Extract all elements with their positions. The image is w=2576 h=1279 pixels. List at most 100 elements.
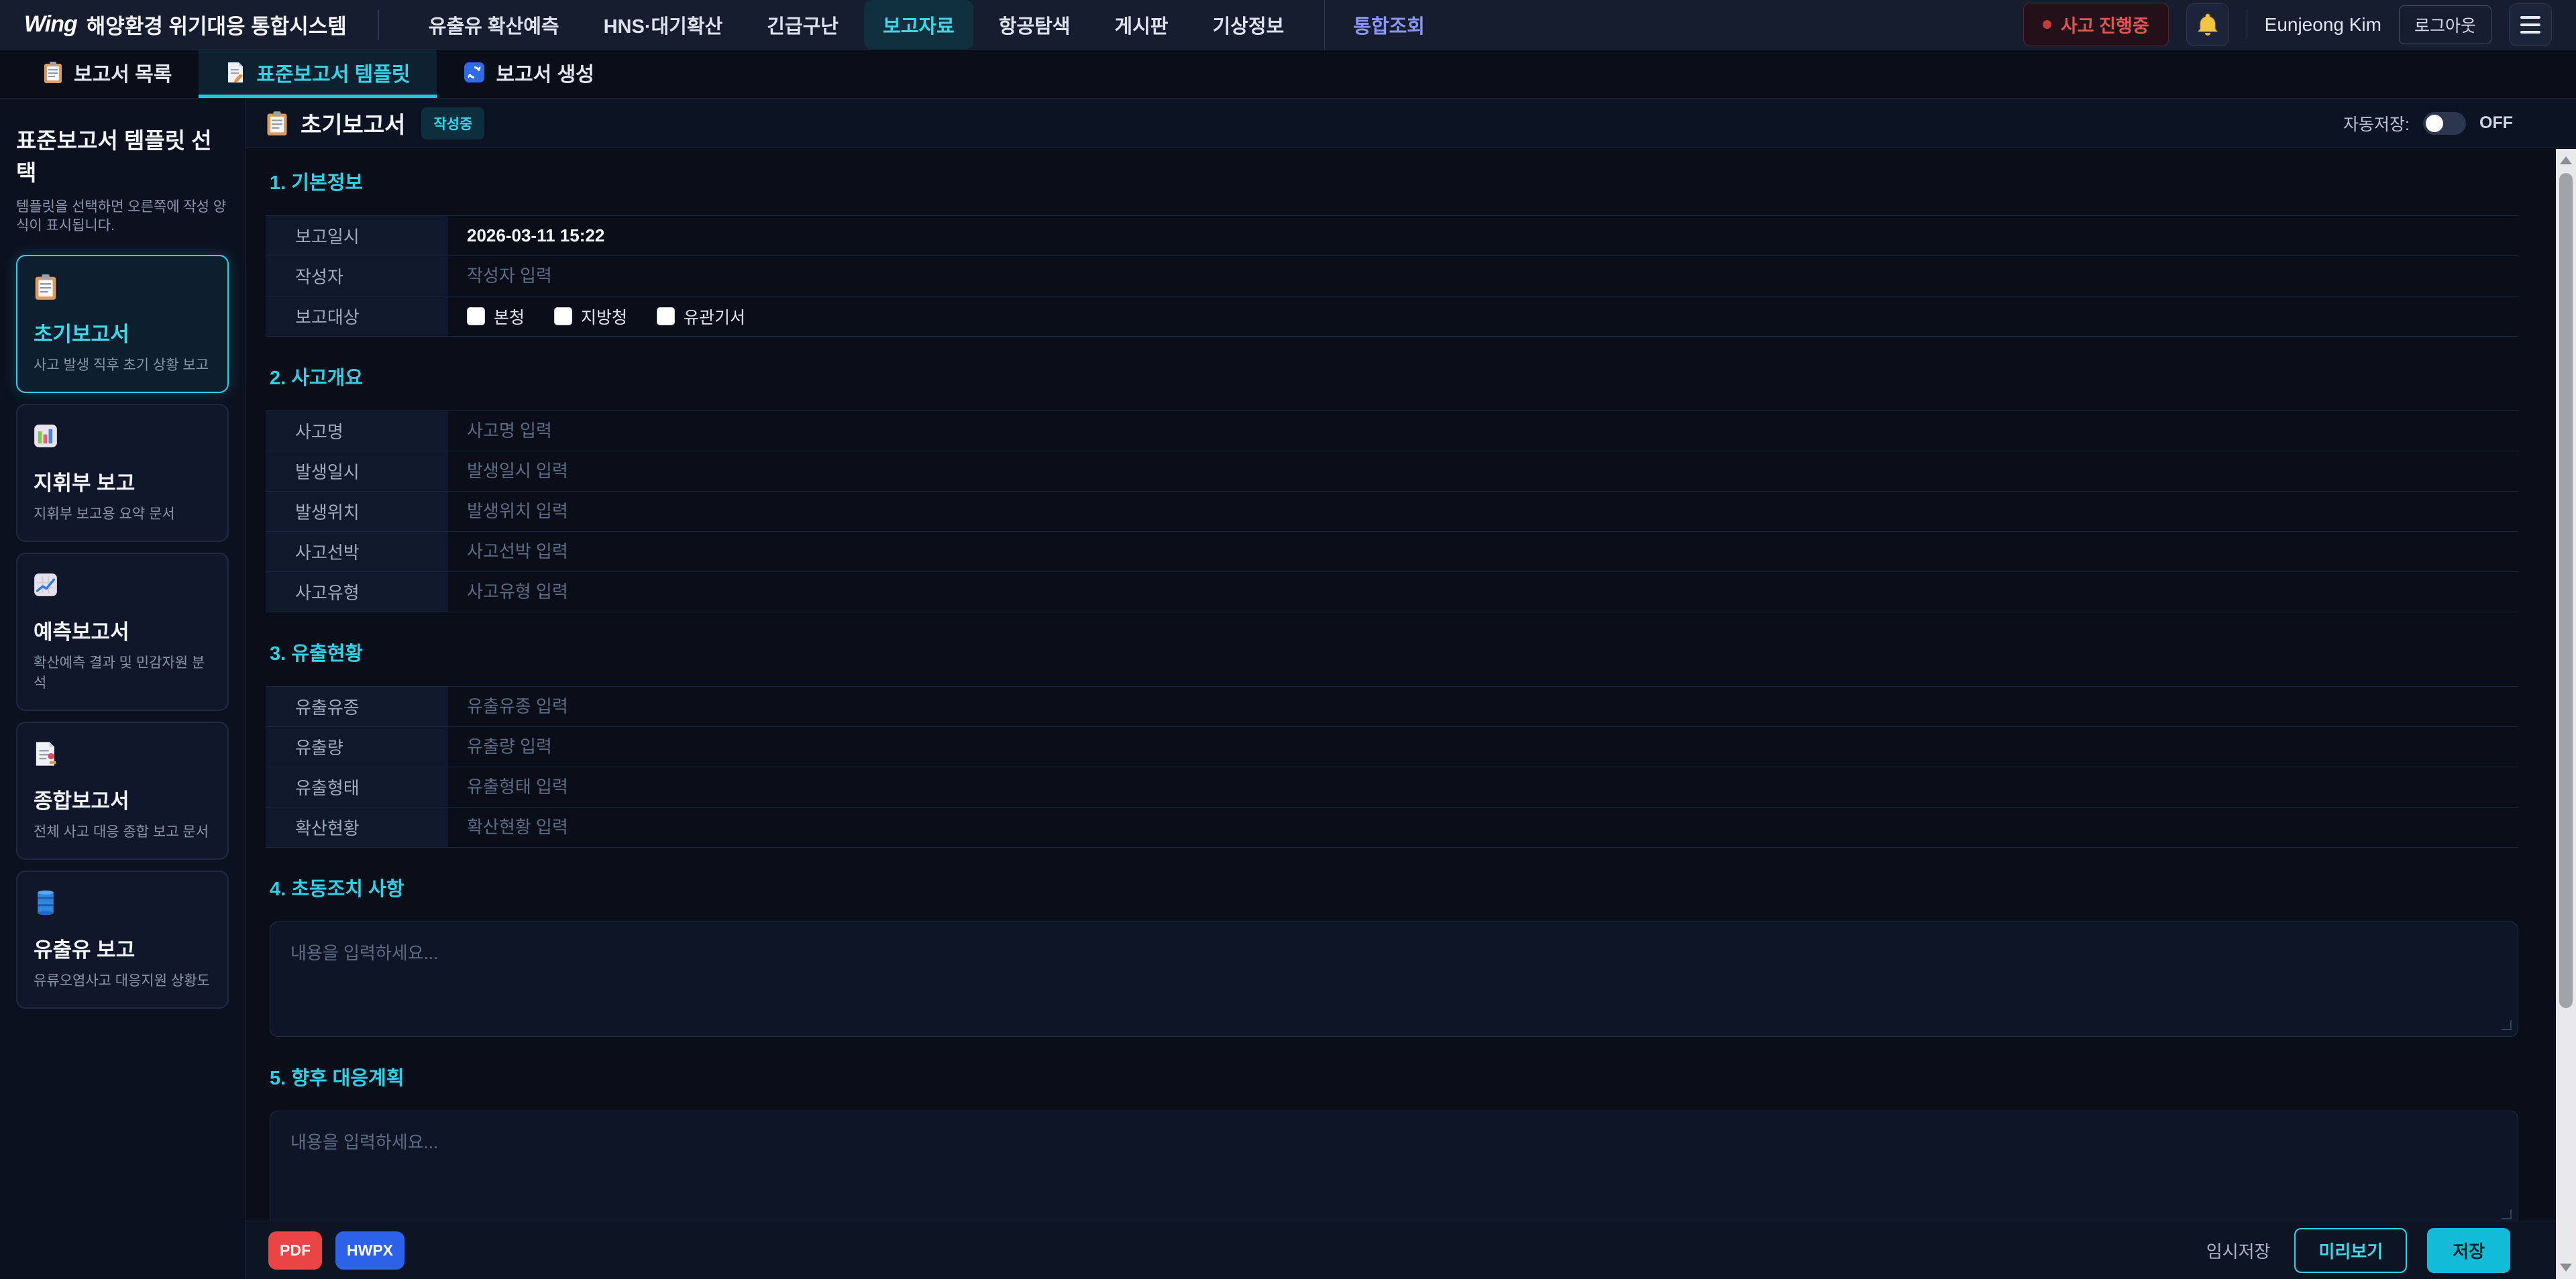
menu-item-integrated-search[interactable]: 통합조회 [1324, 0, 1444, 50]
initial-measures-wrap [270, 922, 2518, 1037]
template-card-prediction-report[interactable]: 예측보고서 확산예측 결과 및 민감자원 분석 [16, 553, 229, 711]
future-plan-wrap [270, 1111, 2518, 1221]
occurrence-location-field[interactable] [467, 501, 2518, 522]
template-sidebar: 표준보고서 템플릿 선택 템플릿을 선택하면 오른쪽에 작성 양식이 표시됩니다… [0, 99, 246, 1279]
app-logo: Wing 해양환경 위기대응 통합시스템 [24, 9, 347, 40]
scrollbar-thumb[interactable] [2559, 173, 2573, 1008]
checkbox-input[interactable] [554, 307, 572, 325]
vertical-scrollbar[interactable] [2556, 149, 2576, 1279]
hamburger-menu-button[interactable] [2509, 3, 2552, 46]
incident-overview-table: 사고명 발생일시 발생위치 사고선박 [266, 410, 2518, 612]
template-card-command-report[interactable]: 지휘부 보고 지휘부 보고용 요약 문서 [16, 404, 229, 542]
status-badge: 작성중 [421, 107, 484, 140]
menu-item-aerial-search[interactable]: 항공탐색 [980, 0, 1089, 50]
table-row: 발생일시 [266, 451, 2518, 492]
clipboard-icon [266, 111, 288, 136]
report-datetime-value[interactable]: 2026-03-11 15:22 [467, 225, 604, 246]
logout-button[interactable]: 로그아웃 [2399, 5, 2491, 44]
checkbox-label: 지방청 [581, 304, 627, 329]
toggle-knob [2426, 115, 2443, 132]
export-hwpx-button[interactable]: HWPX [335, 1231, 405, 1270]
clipboard-icon [34, 274, 58, 300]
incident-vessel-field[interactable] [467, 541, 2518, 562]
textarea-resize-handle[interactable] [2501, 1209, 2513, 1221]
incident-type-field[interactable] [467, 581, 2518, 602]
initial-measures-textarea[interactable] [270, 922, 2518, 1037]
checkbox-headquarters[interactable]: 본청 [467, 304, 525, 329]
app-title: 해양환경 위기대응 통합시스템 [87, 9, 347, 40]
textarea-resize-handle[interactable] [2501, 1019, 2513, 1032]
template-card-comprehensive-report[interactable]: 종합보고서 전체 사고 대응 종합 보고 문서 [16, 722, 229, 860]
sidebar-subtitle: 템플릿을 선택하면 오른쪽에 작성 양식이 표시됩니다. [16, 198, 229, 236]
tab-standard-template[interactable]: 표준보고서 템플릿 [199, 50, 437, 98]
tab-label: 표준보고서 템플릿 [256, 58, 410, 87]
report-target-checkboxes: 본청 지방청 유관기서 [467, 304, 745, 329]
export-pdf-button[interactable]: PDF [268, 1231, 322, 1270]
template-desc: 유류오염사고 대응지원 상황도 [34, 970, 211, 990]
scrollbar-down-arrow[interactable] [2556, 1258, 2576, 1278]
author-field[interactable] [467, 266, 2518, 286]
scrollbar-up-arrow[interactable] [2556, 150, 2576, 170]
tab-label: 보고서 생성 [496, 58, 594, 87]
section-heading-future-plan: 5. 향후 대응계획 [270, 1062, 2518, 1091]
action-footer: PDF HWPX 임시저장 미리보기 저장 [246, 1221, 2576, 1279]
report-form: 1. 기본정보 보고일시 2026-03-11 15:22 작성자 보고대상 [246, 148, 2576, 1221]
checkbox-related-agency[interactable]: 유관기서 [657, 304, 745, 329]
basic-info-table: 보고일시 2026-03-11 15:22 작성자 보고대상 [266, 215, 2518, 337]
checkbox-input[interactable] [657, 307, 675, 325]
bell-icon [2196, 13, 2219, 37]
section-heading-incident-overview: 2. 사고개요 [270, 362, 2518, 390]
row-label: 보고대상 [266, 296, 448, 336]
footer-right-actions: 임시저장 미리보기 저장 [2202, 1228, 2510, 1273]
spill-amount-field[interactable] [467, 736, 2518, 757]
autosave-toggle[interactable] [2423, 112, 2466, 135]
template-title: 초기보고서 [34, 317, 211, 347]
preview-button[interactable]: 미리보기 [2294, 1228, 2407, 1273]
line-chart-icon [34, 571, 58, 598]
template-title: 유출유 보고 [34, 933, 211, 963]
future-plan-textarea[interactable] [270, 1111, 2518, 1221]
section-heading-initial-measures: 4. 초동조치 사항 [270, 873, 2518, 901]
top-navbar: Wing 해양환경 위기대응 통합시스템 유출유 확산예측 HNS·대기확산 긴… [0, 0, 2576, 50]
row-label: 발생일시 [266, 451, 448, 491]
menu-item-spill-prediction[interactable]: 유출유 확산예측 [410, 0, 578, 50]
checkbox-regional-office[interactable]: 지방청 [554, 304, 627, 329]
checkbox-input[interactable] [467, 307, 485, 325]
clipboard-icon [43, 61, 63, 84]
spill-status-table: 유출유종 유출량 유출형태 확산현황 [266, 686, 2518, 848]
menu-item-rescue[interactable]: 긴급구난 [748, 0, 857, 50]
tab-report-list[interactable]: 보고서 목록 [16, 50, 199, 98]
incident-badge-label: 사고 진행중 [2061, 11, 2149, 38]
table-row: 보고일시 2026-03-11 15:22 [266, 216, 2518, 256]
row-label: 유출량 [266, 727, 448, 767]
menu-item-reports[interactable]: 보고자료 [864, 0, 973, 50]
table-row: 작성자 [266, 256, 2518, 296]
occurrence-datetime-field[interactable] [467, 461, 2518, 482]
table-row: 발생위치 [266, 492, 2518, 532]
diffusion-status-field[interactable] [467, 817, 2518, 838]
template-card-initial-report[interactable]: 초기보고서 사고 발생 직후 초기 상황 보고 [16, 255, 229, 393]
row-label: 사고선박 [266, 532, 448, 571]
menu-item-hns[interactable]: HNS·대기확산 [585, 0, 742, 50]
table-row: 사고선박 [266, 532, 2518, 572]
oil-type-field[interactable] [467, 696, 2518, 717]
spill-form-field[interactable] [467, 777, 2518, 797]
incident-name-field[interactable] [467, 421, 2518, 441]
navbar-right: 사고 진행중 Eunjeong Kim 로그아웃 [2023, 3, 2552, 46]
tab-generate-report[interactable]: 보고서 생성 [437, 50, 621, 98]
menu-item-board[interactable]: 게시판 [1095, 0, 1187, 50]
main-menu: 유출유 확산예측 HNS·대기확산 긴급구난 보고자료 항공탐색 게시판 기상정… [410, 0, 1444, 50]
notifications-button[interactable] [2186, 3, 2229, 46]
bar-chart-icon [34, 423, 58, 449]
app-window: Wing 해양환경 위기대응 통합시스템 유출유 확산예측 HNS·대기확산 긴… [0, 0, 2576, 1279]
report-header: 초기보고서 작성중 자동저장: OFF [246, 99, 2576, 148]
save-button[interactable]: 저장 [2427, 1228, 2510, 1273]
oil-drum-icon [34, 889, 58, 916]
template-desc: 확산예측 결과 및 민감자원 분석 [34, 652, 211, 692]
menu-item-weather[interactable]: 기상정보 [1193, 0, 1303, 50]
row-label: 유출유종 [266, 687, 448, 726]
row-label: 유출형태 [266, 767, 448, 807]
template-card-oil-spill-report[interactable]: 유출유 보고 유류오염사고 대응지원 상황도 [16, 871, 229, 1009]
table-row: 유출형태 [266, 767, 2518, 808]
temp-save-button[interactable]: 임시저장 [2202, 1231, 2275, 1270]
